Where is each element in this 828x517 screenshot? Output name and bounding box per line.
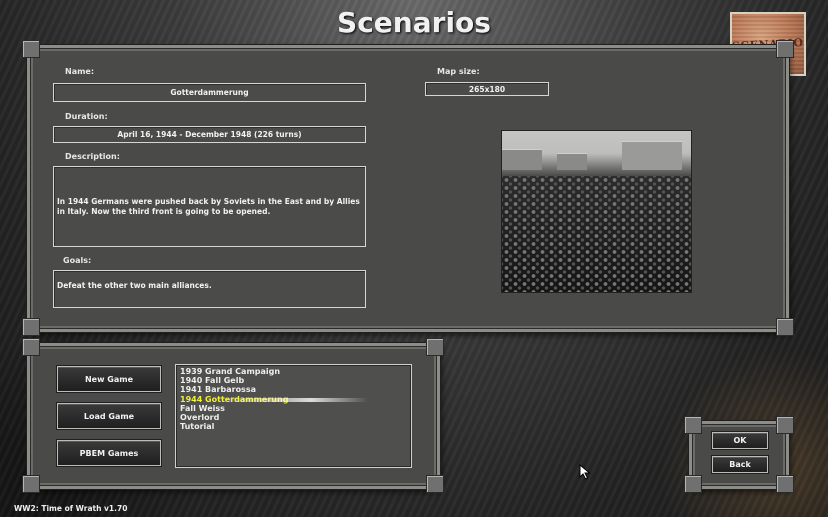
- description-field: In 1944 Germans were pushed back by Sovi…: [53, 166, 366, 247]
- panel-corner-tr: [776, 40, 794, 58]
- goals-field: Defeat the other two main alliances.: [53, 270, 366, 308]
- map-size-field: 265x180: [425, 82, 549, 96]
- list-item[interactable]: Overlord: [180, 413, 407, 422]
- goals-label: Goals:: [63, 256, 92, 265]
- panel3-corner-bl: [684, 475, 702, 493]
- goals-text: Defeat the other two main alliances.: [57, 281, 212, 290]
- name-label: Name:: [65, 67, 95, 76]
- panel-corner-tl: [22, 40, 40, 58]
- panel3-corner-br: [776, 475, 794, 493]
- pbem-games-button[interactable]: PBEM Games: [57, 440, 161, 466]
- scenario-photo: [501, 130, 692, 293]
- description-label: Description:: [65, 152, 120, 161]
- panel3-corner-tl: [684, 416, 702, 434]
- photo-building-right: [622, 141, 682, 170]
- load-game-button[interactable]: Load Game: [57, 403, 161, 429]
- list-item[interactable]: 1941 Barbarossa: [180, 385, 407, 394]
- name-field: Gotterdammerung: [53, 83, 366, 102]
- scenario-list[interactable]: 1939 Grand Campaign 1940 Fall Gelb 1941 …: [175, 364, 412, 468]
- back-button[interactable]: Back: [712, 456, 768, 473]
- list-item-selected-label: 1944 Gotterdammerung: [180, 394, 289, 404]
- panel-corner-br: [776, 318, 794, 336]
- new-game-button[interactable]: New Game: [57, 366, 161, 392]
- duration-label: Duration:: [65, 112, 108, 121]
- panel2-corner-br: [426, 475, 444, 493]
- list-item[interactable]: 1939 Grand Campaign: [180, 367, 407, 376]
- photo-crowd: [502, 176, 691, 292]
- duration-field: April 16, 1944 - December 1948 (226 turn…: [53, 126, 366, 143]
- list-item[interactable]: Tutorial: [180, 422, 407, 431]
- photo-building-left: [502, 149, 542, 170]
- description-text: In 1944 Germans were pushed back by Sovi…: [57, 196, 360, 216]
- map-size-label: Map size:: [437, 67, 480, 76]
- panel-corner-bl: [22, 318, 40, 336]
- panel2-corner-tr: [426, 338, 444, 356]
- panel3-corner-tr: [776, 416, 794, 434]
- page-title: Scenarios: [337, 6, 491, 39]
- photo-building-center: [557, 153, 587, 170]
- mouse-cursor-icon: [579, 464, 591, 480]
- list-item[interactable]: 1940 Fall Gelb: [180, 376, 407, 385]
- list-item-selected[interactable]: 1944 Gotterdammerung: [178, 394, 407, 404]
- list-item[interactable]: Fall Weiss: [180, 404, 407, 413]
- panel2-corner-tl: [22, 338, 40, 356]
- panel2-corner-bl: [22, 475, 40, 493]
- ok-button[interactable]: OK: [712, 432, 768, 449]
- version-text: WW2: Time of Wrath v1.70: [14, 504, 128, 513]
